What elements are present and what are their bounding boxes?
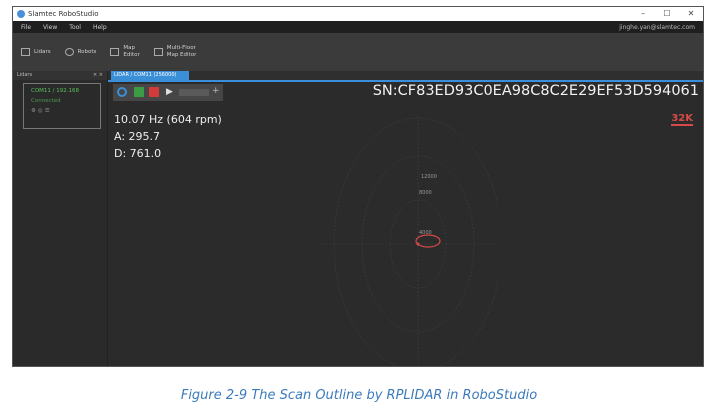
robot-icon <box>64 48 74 56</box>
frequency-readout: 10.07 Hz (604 rpm) <box>114 113 222 126</box>
window-controls: – ☐ ✕ <box>631 7 703 21</box>
device-name: COM11 / 192.168 <box>31 88 80 94</box>
lidar-sidebar: Lidars × × COM11 / 192.168 Connected ⚙◎☰ <box>13 71 108 366</box>
close-button[interactable]: ✕ <box>679 7 703 21</box>
point-count: 32K <box>671 113 693 126</box>
robostudio-logo-icon <box>17 10 25 18</box>
multi-floor-map-editor-button[interactable]: Multi-Floor Map Editor <box>153 45 197 59</box>
minimize-button[interactable]: – <box>631 7 655 21</box>
map-editor-label: Map Editor <box>123 45 140 58</box>
range-label-mid: 8000 <box>419 190 432 196</box>
robostudio-window: Slamtec RoboStudio – ☐ ✕ File View Tool … <box>12 6 704 367</box>
lidars-button[interactable]: Lidars <box>21 48 51 56</box>
play-icon[interactable]: ▶ <box>166 87 176 97</box>
distance-readout: D: 761.0 <box>114 147 162 160</box>
title-bar: Slamtec RoboStudio – ☐ ✕ <box>13 7 703 21</box>
figure-caption: Figure 2-9 The Scan Outline by RPLIDAR i… <box>180 388 538 403</box>
multi-floor-label: Multi-Floor Map Editor <box>166 45 197 58</box>
sidebar-header: Lidars × × <box>13 71 107 80</box>
scan-outline <box>415 234 441 248</box>
refresh-icon[interactable] <box>117 87 127 97</box>
window-title: Slamtec RoboStudio <box>28 10 99 18</box>
scan-mode-select[interactable] <box>179 89 209 96</box>
device-card[interactable]: COM11 / 192.168 Connected ⚙◎☰ <box>23 83 101 129</box>
close-panel-icon[interactable]: × × <box>93 71 103 80</box>
lidars-label: Lidars <box>34 48 51 55</box>
device-status: Connected <box>31 98 61 104</box>
add-icon[interactable]: + <box>212 86 220 96</box>
menu-tool[interactable]: Tool <box>69 24 81 31</box>
maximize-button[interactable]: ☐ <box>655 7 679 21</box>
scan-view: LIDAR / COM11 (256000) ▶ + 10.07 Hz (604… <box>108 71 703 366</box>
stop-scan-button[interactable] <box>149 87 159 97</box>
sidebar-title: Lidars <box>17 72 33 78</box>
map-editor-button[interactable]: Map Editor <box>110 45 140 59</box>
robots-button[interactable]: Robots <box>64 48 97 56</box>
start-scan-button[interactable] <box>134 87 144 97</box>
toolbar: Lidars Robots Map Editor Multi-Floor Map… <box>13 33 703 71</box>
lidar-origin <box>416 242 420 246</box>
polar-scan-plot[interactable]: 12000 8000 4000 <box>318 116 498 367</box>
serial-number: SN:CF83ED93C0EA98C8C2E29EF53D594061 <box>372 83 699 99</box>
user-account[interactable]: jinghe.yan@slamtec.com <box>619 24 695 31</box>
menu-bar: File View Tool Help jinghe.yan@slamtec.c… <box>13 21 703 33</box>
multi-floor-icon <box>153 48 163 56</box>
menu-help[interactable]: Help <box>93 24 107 31</box>
scan-controls: ▶ + <box>113 84 223 101</box>
range-label-outer: 12000 <box>421 174 437 180</box>
robots-label: Robots <box>77 48 97 55</box>
map-editor-icon <box>110 48 120 56</box>
tab-strip: LIDAR / COM11 (256000) <box>108 71 703 82</box>
angle-readout: A: 295.7 <box>114 130 161 143</box>
menu-file[interactable]: File <box>21 24 31 31</box>
tab-lidar[interactable]: LIDAR / COM11 (256000) <box>111 71 189 80</box>
lidar-icon <box>21 48 30 56</box>
menu-view[interactable]: View <box>43 24 57 31</box>
device-action-icons[interactable]: ⚙◎☰ <box>31 108 100 114</box>
